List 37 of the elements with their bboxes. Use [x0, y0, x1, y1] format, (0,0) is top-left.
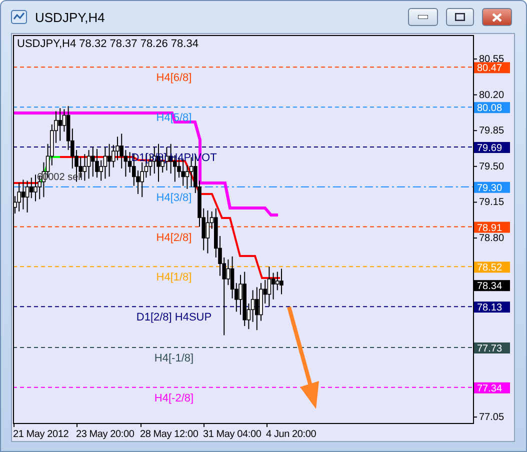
price-tag: 79.30	[474, 182, 510, 194]
axis-label: 31 May 04:00	[203, 429, 262, 440]
axis-label: 79.15	[479, 197, 504, 208]
maximize-icon	[455, 13, 465, 21]
price-tag: 79.69	[474, 142, 510, 154]
price-tag: 78.91	[474, 222, 510, 234]
minimize-icon	[418, 15, 428, 19]
axis-label: 4 Jun 20:00	[266, 429, 316, 440]
chart-window-icon	[11, 10, 27, 24]
price-tag: 77.73	[474, 342, 510, 354]
level-label: H4[-2/8]	[154, 392, 194, 404]
close-icon	[492, 12, 502, 22]
axis-label: 23 May 20:00	[76, 429, 134, 440]
level-label: D1[2/8] H4SUP	[136, 312, 212, 324]
price-tag: 78.13	[474, 302, 510, 314]
price-tag: 78.52	[474, 262, 510, 274]
axis-label: 79.85	[479, 126, 504, 137]
level-label: H4[3/8]	[156, 192, 192, 204]
window-title: USDJPY,H4	[35, 10, 106, 24]
minimize-button[interactable]	[408, 8, 438, 26]
axis-label: 79.50	[479, 161, 504, 172]
level-label: H4[2/8]	[156, 232, 192, 244]
close-button[interactable]	[482, 8, 512, 26]
price-tag: 77.34	[474, 382, 510, 394]
axis-label: 80.20	[479, 90, 504, 101]
axis-label: 28 May 12:00	[140, 429, 198, 440]
maximize-button[interactable]	[446, 8, 474, 26]
axis-label: 78.80	[479, 233, 504, 244]
axis-label: 77.05	[479, 412, 504, 424]
level-label: H4[1/8]	[156, 272, 192, 284]
price-tag: 78.34	[474, 280, 510, 292]
price-tag: 80.08	[474, 102, 510, 114]
price-tag: 80.47	[474, 62, 510, 74]
level-label: H4[-1/8]	[154, 352, 194, 364]
level-label: H4[6/8]	[156, 72, 192, 84]
chart-header: USDJPY,H4 78.32 78.37 78.26 78.34	[17, 38, 198, 50]
axis-label: 21 May 2012	[13, 429, 69, 440]
